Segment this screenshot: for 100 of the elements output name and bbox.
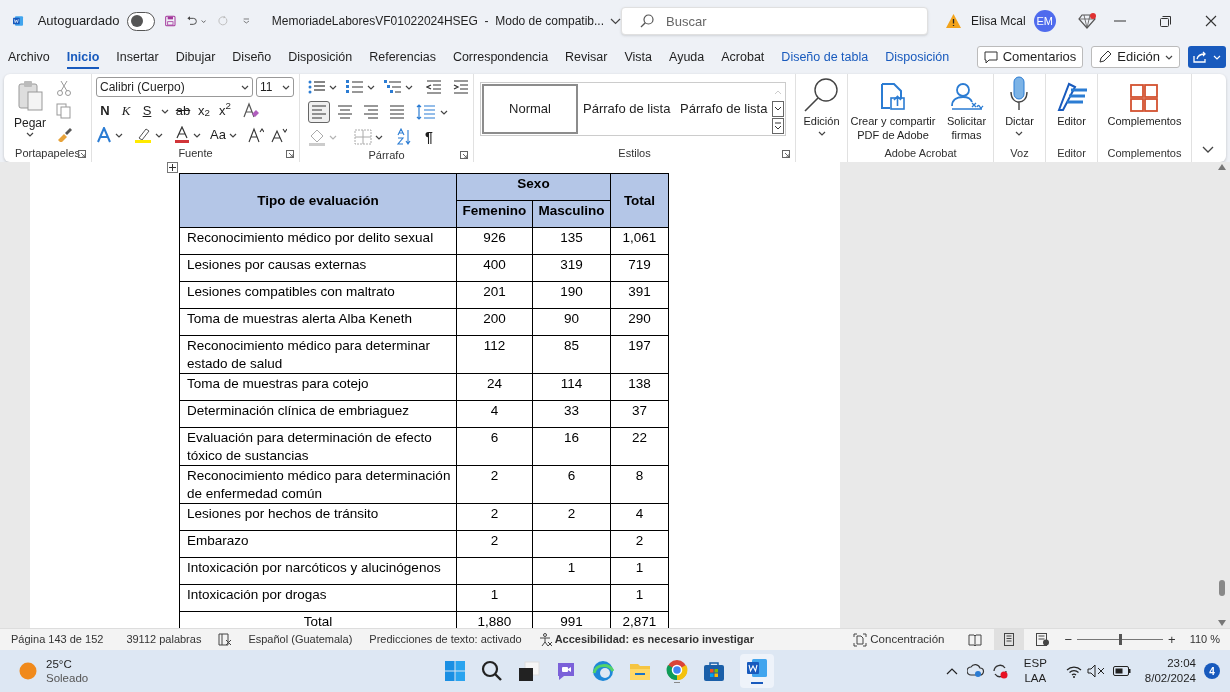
chevron-down-icon[interactable] bbox=[610, 17, 621, 25]
menu-tab[interactable]: Referencias bbox=[369, 42, 436, 72]
scroll-up-icon[interactable] bbox=[1218, 164, 1226, 170]
menu-tab[interactable]: Diseño de tabla bbox=[781, 42, 869, 72]
scrollbar-thumb[interactable] bbox=[1219, 580, 1225, 596]
restore-icon[interactable] bbox=[1160, 15, 1171, 27]
multilevel-list-icon[interactable] bbox=[384, 79, 402, 95]
focus-button[interactable]: Concentración bbox=[853, 630, 945, 649]
menu-tab[interactable]: Ayuda bbox=[669, 42, 705, 72]
zoom-slider-thumb[interactable] bbox=[1118, 634, 1122, 645]
style-item[interactable]: Párrafo de lista bbox=[675, 84, 772, 134]
scroll-down-icon[interactable] bbox=[772, 101, 784, 117]
user-avatar[interactable]: EM bbox=[1033, 10, 1056, 32]
format-button[interactable]: ab bbox=[174, 101, 192, 121]
shrink-font-icon[interactable] bbox=[270, 127, 287, 143]
print-layout-button[interactable] bbox=[994, 628, 1025, 651]
search-icon[interactable] bbox=[481, 660, 503, 682]
clock-date[interactable]: 8/02/2024 bbox=[1144, 671, 1196, 686]
clear-formatting-icon[interactable] bbox=[241, 102, 259, 120]
menu-tab[interactable]: Diseño bbox=[232, 42, 272, 72]
task-view-icon[interactable] bbox=[518, 660, 540, 682]
search-field[interactable]: Buscar bbox=[621, 7, 928, 35]
font-color-icon[interactable] bbox=[174, 126, 190, 144]
menu-tab[interactable]: Disposición bbox=[288, 42, 353, 72]
customize-toolbar-icon[interactable] bbox=[243, 17, 250, 25]
menu-tab[interactable]: Acrobat bbox=[721, 42, 765, 72]
menu-tab[interactable]: Dibujar bbox=[175, 42, 216, 72]
show-marks-button[interactable]: ¶ bbox=[425, 126, 433, 148]
format-painter-icon[interactable] bbox=[56, 126, 72, 142]
decrease-indent-icon[interactable] bbox=[426, 80, 442, 94]
dialog-launcher-icon[interactable] bbox=[286, 149, 294, 158]
word-count[interactable]: 39112 palabras bbox=[126, 631, 202, 648]
comments-button[interactable]: Comentarios bbox=[976, 46, 1084, 68]
menu-tab[interactable]: Vista bbox=[624, 42, 653, 72]
caret-icon[interactable] bbox=[405, 84, 413, 90]
ribbon-button[interactable]: Complementos bbox=[1106, 74, 1183, 145]
keyboard-language[interactable]: ESP bbox=[1023, 656, 1047, 671]
ribbon-button[interactable]: Crear y compartir PDF de Adobe bbox=[848, 74, 938, 145]
format-button[interactable]: S bbox=[138, 101, 156, 121]
format-button[interactable]: N bbox=[96, 101, 114, 121]
caret-icon[interactable] bbox=[440, 109, 448, 115]
zoom-slider[interactable] bbox=[1077, 634, 1164, 645]
ribbon-button[interactable]: Solicitar firmas bbox=[940, 74, 993, 145]
web-layout-icon[interactable] bbox=[1036, 633, 1051, 646]
caret-icon[interactable] bbox=[161, 108, 169, 114]
temperature[interactable]: 25°C bbox=[46, 657, 89, 671]
format-button[interactable]: K bbox=[117, 101, 135, 121]
zoom-out-button[interactable]: − bbox=[1064, 633, 1073, 646]
muted-speaker-icon[interactable] bbox=[1086, 664, 1105, 678]
table-move-handle-icon[interactable] bbox=[167, 162, 178, 173]
text-effects-icon[interactable] bbox=[96, 127, 112, 143]
menu-tab[interactable]: Correspondencia bbox=[452, 42, 549, 72]
sync-error-icon[interactable] bbox=[990, 663, 1009, 679]
format-button[interactable]: x$^{2}$ bbox=[216, 101, 234, 121]
caret-icon[interactable] bbox=[375, 134, 383, 140]
store-icon[interactable] bbox=[703, 660, 725, 682]
numbering-icon[interactable] bbox=[346, 79, 364, 95]
accessibility-icon[interactable] bbox=[538, 632, 553, 647]
diamond-icon[interactable] bbox=[1077, 13, 1096, 29]
caret-icon[interactable] bbox=[329, 84, 337, 90]
align-button[interactable] bbox=[308, 101, 330, 123]
bullets-icon[interactable] bbox=[308, 79, 326, 95]
sort-icon[interactable] bbox=[396, 128, 412, 146]
save-icon[interactable] bbox=[165, 13, 177, 29]
menu-tab[interactable]: Disposición bbox=[885, 42, 950, 72]
browser-icon[interactable] bbox=[592, 660, 614, 682]
collapse-ribbon-icon[interactable] bbox=[1202, 146, 1214, 154]
share-button[interactable] bbox=[1188, 46, 1226, 68]
language-status[interactable]: Español (Guatemala) bbox=[248, 631, 353, 648]
ribbon-button[interactable]: Edición bbox=[800, 74, 843, 162]
style-item[interactable]: Párrafo de lista bbox=[578, 84, 675, 134]
close-icon[interactable] bbox=[1205, 15, 1217, 27]
caret-icon[interactable] bbox=[367, 84, 375, 90]
font-name-field[interactable]: Calibri (Cuerpo) bbox=[96, 77, 253, 97]
ribbon-button[interactable]: Editor bbox=[1053, 74, 1090, 145]
increase-indent-icon[interactable] bbox=[453, 80, 469, 94]
font-size-field[interactable]: 11 bbox=[256, 77, 294, 97]
show-hidden-icons-icon[interactable] bbox=[945, 667, 958, 675]
editing-button[interactable]: Edición bbox=[1091, 46, 1180, 68]
caret-icon[interactable] bbox=[228, 132, 237, 138]
dialog-launcher-icon[interactable] bbox=[782, 149, 790, 158]
cloud-sync-icon[interactable] bbox=[966, 663, 985, 679]
zoom-in-button[interactable]: + bbox=[1168, 633, 1176, 646]
dialog-launcher-icon[interactable] bbox=[460, 151, 468, 160]
weather-text[interactable]: Soleado bbox=[46, 671, 89, 685]
start-icon[interactable] bbox=[444, 660, 466, 682]
menu-tab[interactable]: Revisar bbox=[565, 42, 608, 72]
wifi-icon[interactable] bbox=[1065, 664, 1082, 678]
menu-tab[interactable]: Inicio bbox=[66, 42, 100, 72]
accessibility-status[interactable]: Accesibilidad: es necesario investigar bbox=[554, 631, 754, 648]
style-item[interactable]: Normal bbox=[482, 84, 578, 134]
read-mode-icon[interactable] bbox=[968, 633, 983, 646]
line-spacing-icon[interactable] bbox=[416, 104, 436, 120]
text-predictions-status[interactable]: Predicciones de texto: activado bbox=[369, 631, 522, 648]
format-button[interactable]: x$_{2}$ bbox=[195, 101, 213, 121]
word-taskbar-button[interactable] bbox=[740, 654, 774, 688]
highlighter-icon[interactable] bbox=[134, 126, 152, 144]
keyboard-layout[interactable]: LAA bbox=[1024, 671, 1047, 686]
menu-tab[interactable]: Archivo bbox=[8, 42, 50, 72]
caret-icon[interactable] bbox=[155, 132, 163, 138]
